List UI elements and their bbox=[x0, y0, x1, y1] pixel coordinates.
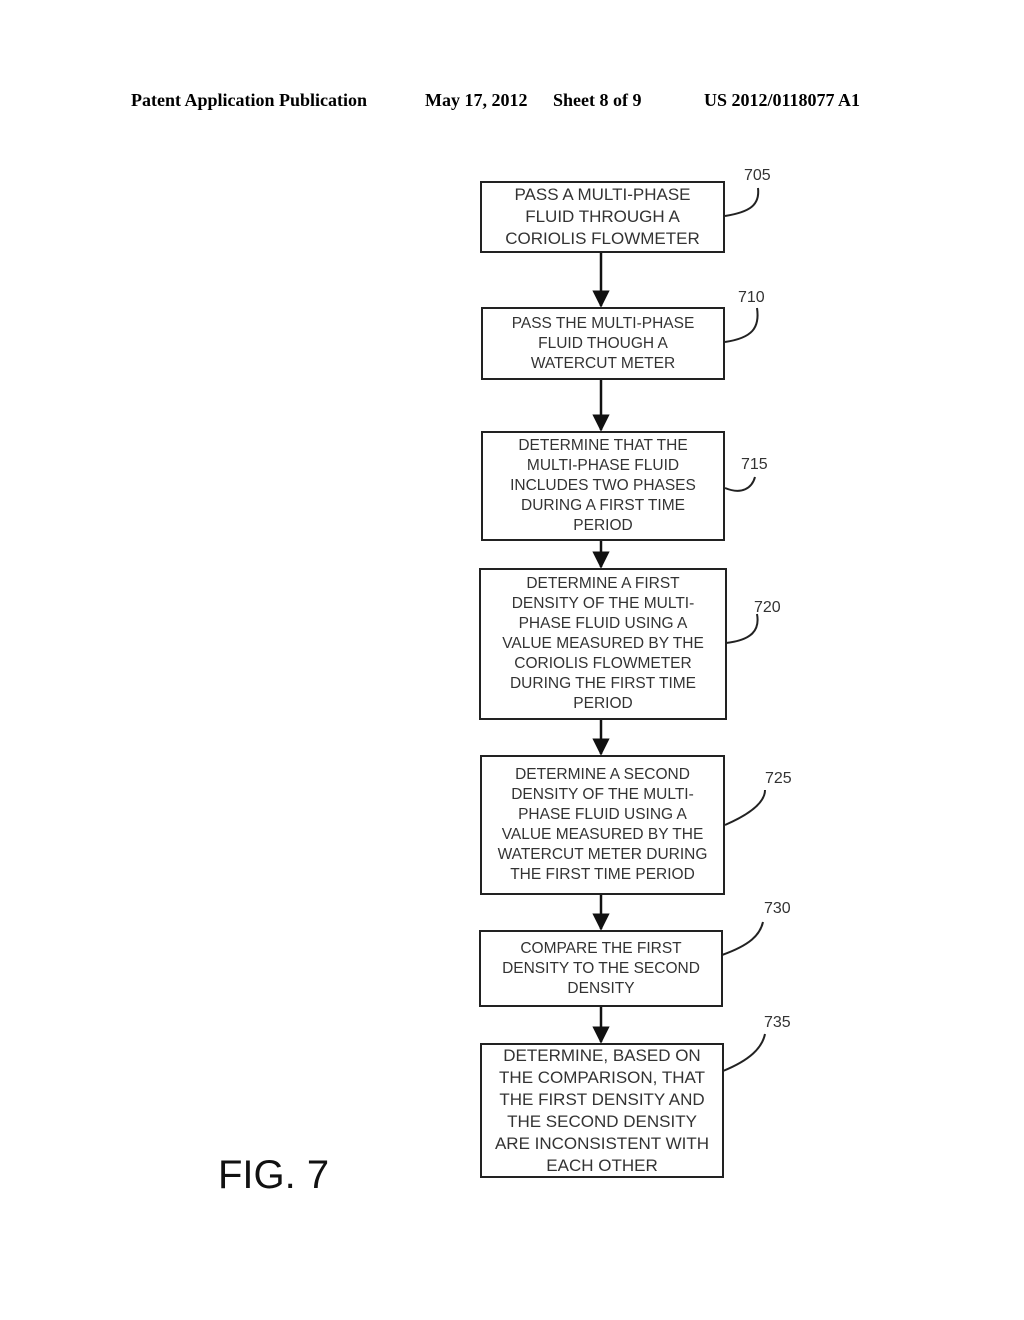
leader-710 bbox=[724, 307, 759, 343]
step-text: VALUE MEASURED BY THE bbox=[502, 635, 704, 652]
step-text: DURING A FIRST TIME bbox=[521, 497, 685, 514]
step-text: WATERCUT METER bbox=[530, 354, 676, 372]
step-box-725: DETERMINE A SECOND DENSITY OF THE MULTI-… bbox=[480, 755, 725, 895]
leader-735 bbox=[722, 1033, 766, 1072]
ref-label-730: 730 bbox=[764, 900, 791, 917]
step-text: THE COMPARISON, THAT bbox=[499, 1067, 705, 1087]
ref-label-715: 715 bbox=[741, 456, 768, 473]
ref-label-725: 725 bbox=[765, 770, 792, 787]
step-text: WATERCUT METER DURING bbox=[497, 846, 708, 863]
step-text: THE FIRST DENSITY AND bbox=[499, 1089, 705, 1109]
step-text: THE SECOND DENSITY bbox=[507, 1111, 697, 1131]
step-text: PASS A MULTI-PHASE bbox=[514, 185, 691, 204]
step-text: FLUID THROUGH A bbox=[525, 207, 680, 226]
leader-730 bbox=[721, 921, 764, 956]
leader-715 bbox=[724, 476, 756, 492]
step-box-710: PASS THE MULTI-PHASE FLUID THOUGH A WATE… bbox=[481, 307, 725, 380]
step-text: EACH OTHER bbox=[546, 1155, 658, 1175]
step-box-715: DETERMINE THAT THE MULTI-PHASE FLUID INC… bbox=[481, 431, 725, 541]
figure-label: FIG. 7 bbox=[218, 1153, 330, 1197]
step-box-720: DETERMINE A FIRST DENSITY OF THE MULTI- … bbox=[479, 568, 727, 720]
step-text: CORIOLIS FLOWMETER bbox=[505, 229, 700, 248]
step-text: VALUE MEASURED BY THE bbox=[501, 826, 704, 843]
ref-label-720: 720 bbox=[754, 599, 781, 616]
leader-725 bbox=[724, 789, 766, 826]
ref-label-710: 710 bbox=[738, 289, 765, 306]
step-text: PHASE FLUID USING A bbox=[518, 806, 687, 823]
step-text: FLUID THOUGH A bbox=[538, 334, 668, 352]
step-text: DETERMINE A SECOND bbox=[515, 766, 690, 783]
step-text: DENSITY OF THE MULTI- bbox=[511, 595, 695, 612]
step-text: DENSITY OF THE MULTI- bbox=[511, 786, 694, 803]
step-text: DURING THE FIRST TIME bbox=[509, 675, 696, 692]
step-text: PASS THE MULTI-PHASE bbox=[511, 314, 695, 332]
step-text: DENSITY bbox=[567, 979, 635, 997]
step-text: CORIOLIS FLOWMETER bbox=[514, 655, 692, 672]
step-text: PHASE FLUID USING A bbox=[518, 615, 688, 632]
step-text: DENSITY TO THE SECOND bbox=[502, 959, 700, 977]
step-text: PERIOD bbox=[573, 517, 633, 534]
step-text: PERIOD bbox=[573, 695, 633, 712]
step-box-705: PASS A MULTI-PHASE FLUID THROUGH A CORIO… bbox=[480, 181, 725, 253]
step-text: DETERMINE A FIRST bbox=[526, 575, 680, 592]
step-text: DETERMINE, BASED ON bbox=[503, 1045, 701, 1065]
ref-label-735: 735 bbox=[764, 1014, 791, 1031]
step-text: ARE INCONSISTENT WITH bbox=[494, 1133, 710, 1153]
step-text: COMPARE THE FIRST bbox=[520, 939, 682, 957]
step-box-730: COMPARE THE FIRST DENSITY TO THE SECOND … bbox=[479, 930, 723, 1007]
leader-705 bbox=[724, 187, 760, 217]
step-text: MULTI-PHASE FLUID bbox=[526, 457, 680, 474]
ref-label-705: 705 bbox=[744, 167, 771, 184]
step-text: THE FIRST TIME PERIOD bbox=[510, 866, 695, 883]
step-text: INCLUDES TWO PHASES bbox=[510, 477, 696, 494]
step-text: DETERMINE THAT THE bbox=[518, 437, 688, 454]
leader-720 bbox=[725, 613, 759, 644]
step-box-735: DETERMINE, BASED ON THE COMPARISON, THAT… bbox=[480, 1043, 724, 1178]
